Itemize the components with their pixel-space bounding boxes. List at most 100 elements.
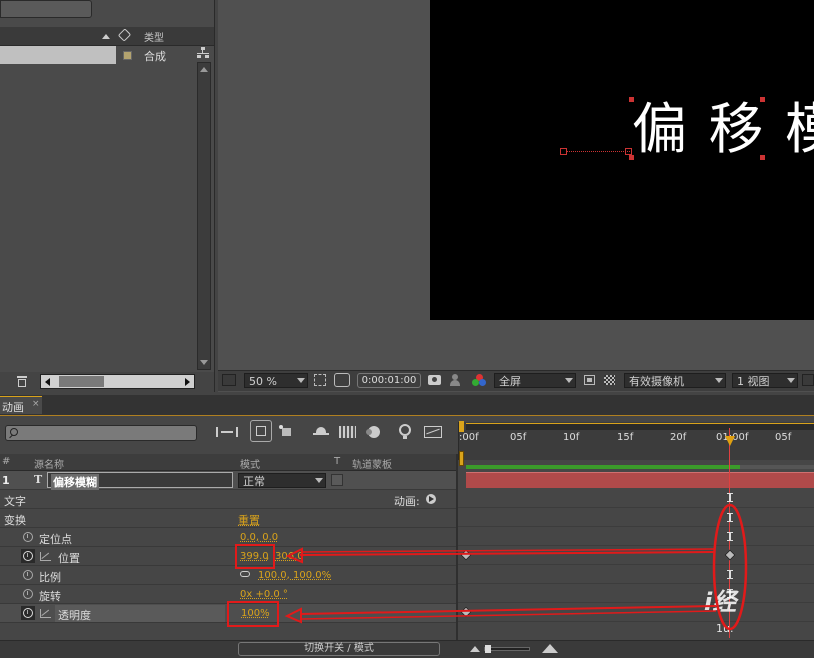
graph-editor-icon[interactable] [424, 426, 442, 438]
keyframe-marker-transform[interactable] [727, 513, 733, 522]
stopwatch-icon[interactable] [23, 532, 33, 542]
grid-guides-icon[interactable] [314, 374, 326, 386]
preserve-transparency-checkbox[interactable] [331, 474, 343, 486]
ruler-tick-1: 05f [510, 432, 527, 443]
column-track-matte[interactable]: 轨道蒙板 [352, 456, 392, 471]
text-bbox-handle-bm[interactable] [760, 155, 765, 160]
work-area-start-marker[interactable] [459, 421, 464, 432]
sort-up-icon[interactable] [102, 34, 110, 39]
project-horizontal-scrollbar[interactable] [40, 374, 195, 389]
stopwatch-icon-active[interactable] [23, 551, 33, 561]
cti-head-handle[interactable] [459, 451, 464, 466]
work-area-bar-rest [740, 465, 814, 469]
viewer-options-icon[interactable] [802, 374, 814, 386]
property-row-position[interactable]: 位置 399.0 , 306.0 [0, 547, 456, 566]
always-preview-icon[interactable] [222, 374, 236, 386]
constrain-proportions-icon[interactable] [240, 571, 250, 577]
keyframe-marker-text[interactable] [727, 493, 733, 502]
current-time-indicator-head[interactable] [725, 436, 735, 446]
project-item-row[interactable]: 合成 [0, 46, 196, 64]
timeline-zoom-slider[interactable] [484, 645, 530, 653]
layer-search-field[interactable] [5, 425, 197, 441]
tab-animation[interactable]: 动画 × [0, 396, 42, 414]
property-value-anchor[interactable]: 0.0, 0.0 [240, 532, 278, 543]
zoom-in-mountain-icon[interactable] [542, 644, 558, 653]
transform-reset-link[interactable]: 重置 [238, 512, 260, 528]
animate-play-icon[interactable] [426, 494, 436, 504]
camera-value: 有效摄像机 [629, 375, 684, 388]
resolution-dropdown[interactable]: 全屏 [494, 373, 576, 388]
layer-duration-bar[interactable] [466, 472, 814, 488]
region-of-interest-icon[interactable] [584, 375, 595, 385]
frame-blending-icon[interactable] [339, 426, 356, 438]
project-vertical-scrollbar[interactable] [197, 62, 211, 370]
type-column-header[interactable]: 类型 [144, 29, 164, 44]
stopwatch-icon[interactable] [23, 589, 33, 599]
composition-viewer: 偏 移 模 50 % 0:00:01:00 全屏 [218, 0, 814, 392]
column-num[interactable]: # [2, 456, 10, 467]
layer-mode-dropdown[interactable]: 正常 [238, 473, 326, 488]
property-value-scale[interactable]: 100.0, 100.0% [258, 570, 331, 581]
property-value-rotation[interactable]: 0x +0.0 ° [240, 589, 288, 600]
column-source-name[interactable]: 源名称 [34, 456, 64, 471]
graph-toggle-icon[interactable] [40, 552, 51, 561]
view-layout-dropdown[interactable]: 1 视图 [732, 373, 798, 388]
transform-group-row[interactable]: 变换 重置 [0, 509, 456, 528]
snapshot-camera-icon[interactable] [428, 375, 441, 385]
brainstorm-icon[interactable] [397, 424, 415, 440]
stopwatch-icon[interactable] [23, 570, 33, 580]
layer-name-field[interactable]: 偏移模糊 [47, 472, 233, 490]
comp-canvas[interactable]: 偏 移 模 [430, 0, 814, 320]
keyframe-area[interactable] [458, 489, 814, 641]
current-time-display[interactable]: 0:00:01:00 [357, 373, 421, 388]
comp-mini-flowchart-icon[interactable] [216, 427, 238, 437]
animate-label[interactable]: 动画: [394, 493, 420, 509]
keyframe-marker-scale[interactable] [727, 570, 733, 579]
overlay-text-layer[interactable]: 偏 移 模 [632, 96, 814, 162]
tab-close-icon[interactable]: × [32, 399, 40, 409]
property-row-scale[interactable]: 比例 100.0, 100.0% [0, 566, 456, 585]
text-bbox-handle-tl[interactable] [629, 97, 634, 102]
zoom-dropdown[interactable]: 50 % [244, 373, 308, 388]
watermark: i经 [704, 588, 737, 616]
flowchart-icon[interactable] [197, 47, 209, 59]
text-group-row[interactable]: 文字 动画: [0, 490, 456, 509]
property-value-opacity[interactable]: 100% [241, 608, 270, 619]
layer-row[interactable]: 1 T 偏移模糊 正常 [0, 471, 456, 490]
column-t[interactable]: T [334, 456, 340, 467]
mask-visibility-icon[interactable] [334, 373, 350, 387]
property-name-opacity: 透明度 [58, 609, 91, 622]
column-mode[interactable]: 模式 [240, 456, 260, 471]
property-row-rotation[interactable]: 旋转 0x +0.0 ° [0, 585, 456, 604]
label-tag-icon[interactable] [117, 28, 132, 42]
property-row-anchor[interactable]: 定位点 0.0, 0.0 [0, 528, 456, 547]
keyframe-marker-anchor[interactable] [727, 532, 733, 541]
motion-path-keyframe-start[interactable] [560, 148, 567, 155]
motion-path-keyframe-end[interactable] [625, 148, 632, 155]
stopwatch-icon-active[interactable] [23, 608, 33, 618]
text-bbox-handle-tm[interactable] [760, 97, 765, 102]
graph-toggle-icon[interactable] [40, 609, 51, 618]
property-value-position-x[interactable]: 399.0 [240, 551, 269, 562]
channel-rgb-icon[interactable] [472, 374, 486, 387]
zoom-slider-thumb[interactable] [485, 645, 491, 653]
draft-3d-icon[interactable] [279, 425, 293, 437]
text-bbox-handle-bl[interactable] [629, 155, 634, 160]
project-search-field[interactable] [0, 0, 92, 18]
project-item-selected[interactable] [0, 46, 116, 64]
live-update-icon[interactable] [250, 420, 272, 442]
zoom-out-mountain-icon[interactable] [470, 646, 480, 652]
toggle-switches-modes-button[interactable]: 切换开关 / 模式 [238, 642, 440, 656]
camera-dropdown[interactable]: 有效摄像机 [624, 373, 726, 388]
property-value-position-y[interactable]: 306.0 [275, 551, 304, 562]
time-navigator-bar[interactable] [466, 423, 814, 430]
work-area-bar[interactable] [466, 465, 740, 469]
property-row-opacity[interactable]: 透明度 100% [0, 604, 456, 623]
transparency-grid-icon[interactable] [604, 375, 615, 385]
motion-blur-icon[interactable] [366, 425, 381, 438]
layer-name-text: 偏移模糊 [51, 474, 99, 490]
show-snapshot-icon[interactable] [450, 374, 460, 386]
scroll-thumb[interactable] [59, 376, 104, 387]
hide-shy-layers-icon[interactable] [313, 427, 329, 436]
trash-icon[interactable] [17, 376, 27, 387]
